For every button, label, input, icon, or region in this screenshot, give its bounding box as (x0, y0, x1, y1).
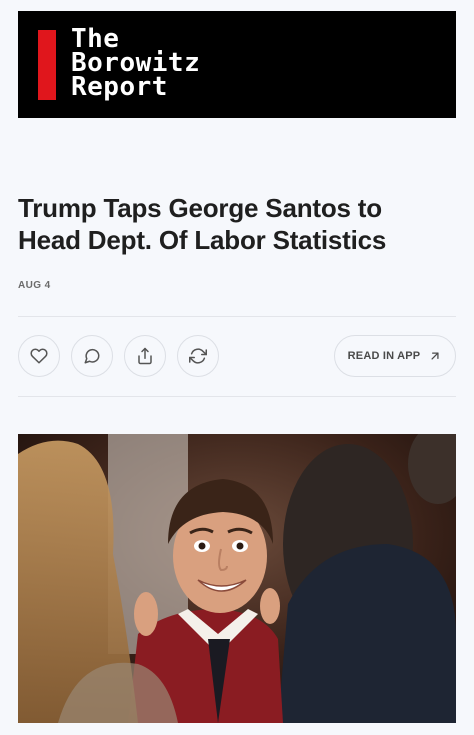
hero-photo-illustration (18, 434, 456, 723)
comment-button[interactable] (71, 335, 113, 377)
masthead-banner[interactable]: The Borowitz Report (18, 11, 456, 118)
read-in-app-label: READ IN APP (347, 350, 421, 362)
share-button[interactable] (124, 335, 166, 377)
share-icon (136, 347, 154, 365)
restack-button[interactable] (177, 335, 219, 377)
divider-bottom (18, 396, 456, 397)
like-button[interactable] (18, 335, 60, 377)
hero-photo[interactable] (18, 434, 456, 723)
arrow-up-right-icon (428, 349, 442, 363)
masthead-red-bar (38, 30, 56, 100)
heart-icon (30, 347, 48, 365)
read-in-app-button[interactable]: READ IN APP (334, 335, 456, 377)
logo-line-3: Report (71, 72, 168, 102)
publication-logo: The Borowitz Report (71, 26, 200, 102)
comment-icon (83, 347, 101, 365)
restack-icon (189, 347, 207, 365)
divider-top (18, 316, 456, 317)
article-page: The Borowitz Report Trump Taps George Sa… (0, 0, 474, 735)
post-date: AUG 4 (18, 280, 51, 291)
article-title: Trump Taps George Santos to Head Dept. O… (18, 193, 387, 255)
